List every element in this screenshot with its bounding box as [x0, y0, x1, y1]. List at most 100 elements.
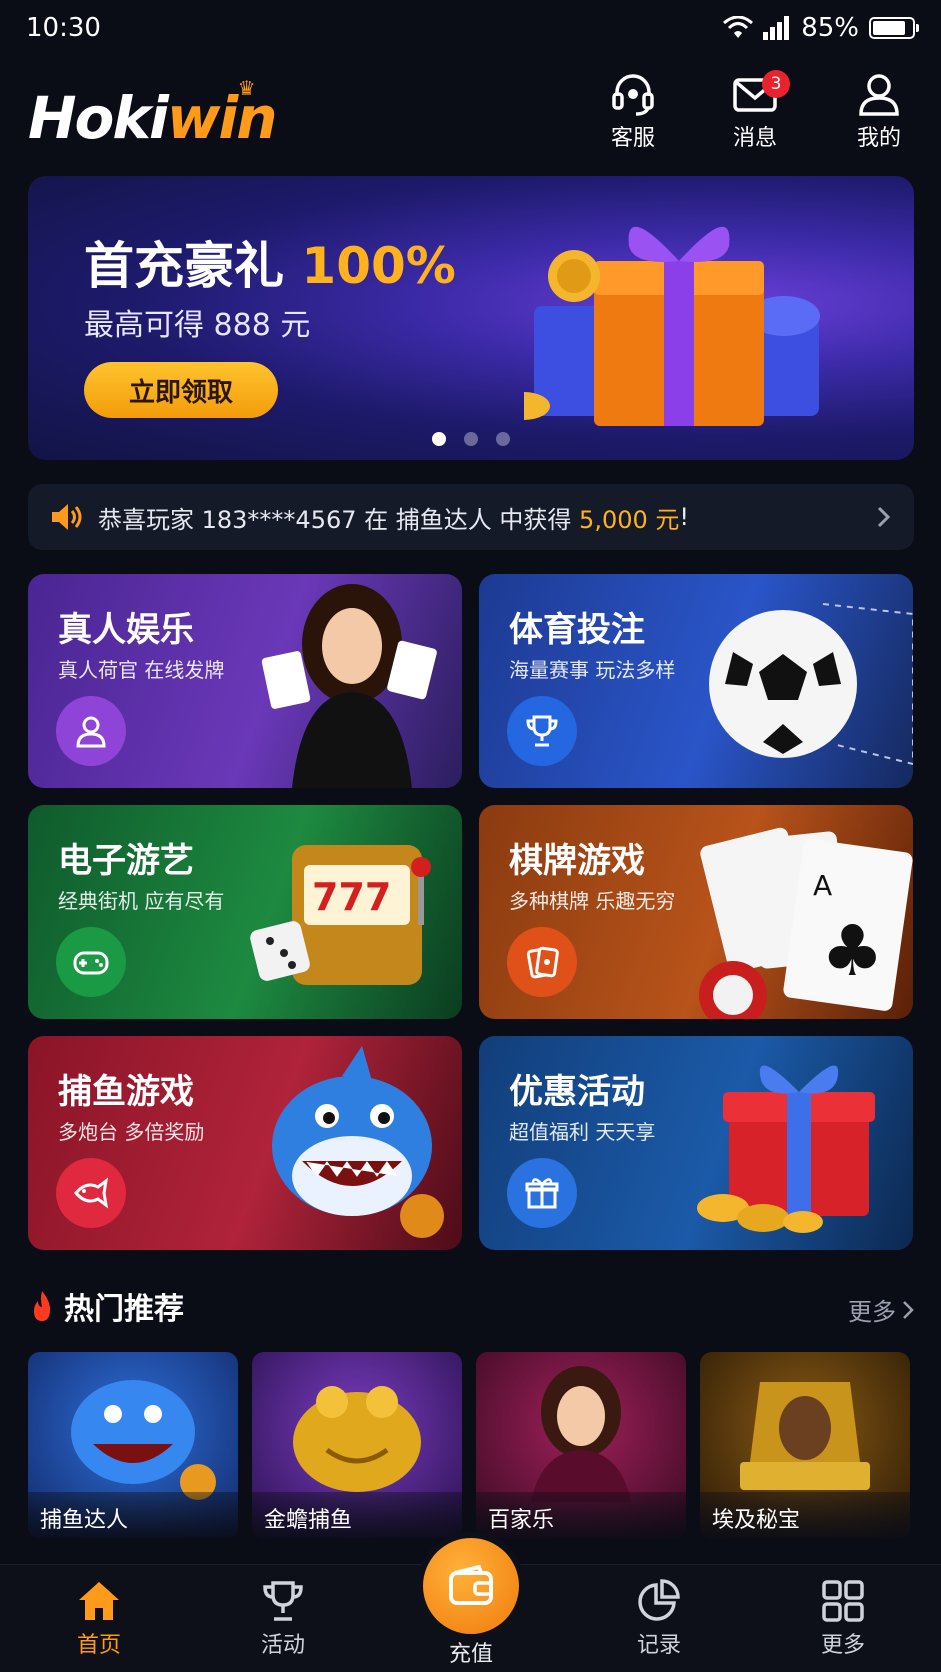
notice-suffix: ! — [679, 503, 690, 531]
category-title: 真人娱乐 — [58, 610, 194, 650]
dealer-illustration — [261, 584, 437, 788]
messages-label: 消息 — [732, 126, 777, 151]
signal-icon — [763, 16, 790, 40]
game-thumb-egypt-treasure[interactable]: 埃及秘宝 — [700, 1352, 910, 1538]
game-thumb-fishing-master[interactable]: 捕鱼达人 — [28, 1352, 238, 1538]
game-title: 金蟾捕鱼 — [252, 1492, 462, 1538]
profile-button[interactable]: 我的 — [834, 72, 924, 152]
category-card-cards[interactable]: A ♣ 棋牌游戏 多种棋牌 乐趣无穷 — [479, 805, 913, 1019]
banner-title: 首充豪礼 100% — [84, 226, 456, 298]
customer-service-label: 客服 — [610, 126, 655, 151]
trophy-icon — [507, 696, 577, 766]
status-indicators: 85% — [723, 13, 919, 43]
banner-title-highlight: 100% — [301, 237, 456, 295]
hot-section-header: 热门推荐 更多 — [28, 1284, 914, 1328]
game-thumb-golden-toad[interactable]: 金蟾捕鱼 — [252, 1352, 462, 1538]
section-title: 热门推荐 — [64, 1292, 184, 1327]
more-link[interactable]: 更多 — [848, 1292, 914, 1327]
category-subtitle: 多种棋牌 乐趣无穷 — [509, 889, 676, 913]
wifi-icon — [723, 16, 754, 38]
app-logo[interactable]: Hokiwin ♛ — [28, 76, 278, 152]
pagination-dot[interactable] — [496, 432, 510, 446]
tab-more[interactable]: 更多 — [788, 1579, 898, 1659]
fire-icon — [34, 1291, 50, 1321]
tab-deposit-label[interactable]: 充值 — [421, 1636, 521, 1668]
status-bar: 10:30 85% — [0, 0, 941, 56]
logo-text-a: Hoki — [28, 84, 169, 152]
pie-chart-icon — [638, 1579, 680, 1621]
svg-text:♣: ♣ — [821, 910, 884, 992]
category-card-slots[interactable]: 777 电子游艺 经典街机 应有尽有 — [28, 805, 462, 1019]
gamepad-icon — [56, 927, 126, 997]
headset-icon — [612, 74, 654, 116]
banner-pagination — [28, 432, 914, 446]
category-subtitle: 超值福利 天天享 — [509, 1120, 656, 1144]
battery-icon — [869, 17, 919, 39]
wallet-icon — [449, 1565, 493, 1605]
category-title: 体育投注 — [509, 610, 645, 650]
category-title: 优惠活动 — [509, 1072, 645, 1112]
fish-icon — [56, 1158, 126, 1228]
gift-coins-illustration — [697, 1065, 875, 1233]
tab-activity[interactable]: 活动 — [228, 1579, 338, 1659]
svg-text:777: 777 — [312, 875, 391, 919]
category-title: 棋牌游戏 — [509, 841, 645, 881]
category-subtitle: 海量赛事 玩法多样 — [509, 658, 676, 682]
game-title: 捕鱼达人 — [28, 1492, 238, 1538]
category-card-promotions[interactable]: 优惠活动 超值福利 天天享 — [479, 1036, 913, 1250]
category-title: 捕鱼游戏 — [58, 1072, 194, 1112]
profile-label: 我的 — [856, 126, 901, 151]
battery-percent: 85% — [801, 13, 859, 43]
playing-cards-illustration: A ♣ — [699, 827, 913, 1019]
category-card-live[interactable]: 真人娱乐 真人荷官 在线发牌 — [28, 574, 462, 788]
messages-button[interactable]: 3 消息 — [710, 70, 800, 152]
speaker-icon — [52, 504, 82, 530]
tab-deposit[interactable] — [423, 1538, 519, 1634]
logo-text-b: win — [166, 84, 278, 152]
chevron-right-icon — [877, 506, 891, 528]
user-icon — [56, 696, 126, 766]
banner-title-text: 首充豪礼 — [84, 237, 284, 295]
slot-machine-illustration: 777 — [250, 845, 431, 985]
pagination-dot[interactable] — [432, 432, 446, 446]
grid-icon — [822, 1580, 864, 1622]
customer-service-button[interactable]: 客服 — [588, 72, 678, 152]
tab-label: 更多 — [820, 1633, 865, 1658]
shark-illustration — [272, 1046, 444, 1238]
soccer-ball-illustration — [709, 603, 913, 766]
notice-amount: 5,000 元 — [579, 505, 680, 534]
app-header: Hokiwin ♛ 客服 3 消息 我的 — [0, 66, 941, 166]
battery-fill — [873, 21, 906, 35]
cards-icon — [507, 927, 577, 997]
chevron-right-icon — [903, 1300, 914, 1319]
winner-notice-bar[interactable]: 恭喜玩家 183****4567 在 捕鱼达人 中获得 5,000 元! — [28, 484, 914, 550]
tab-label: 首页 — [76, 1633, 121, 1658]
category-subtitle: 多炮台 多倍奖励 — [58, 1120, 205, 1144]
claim-button[interactable]: 立即领取 — [84, 362, 278, 418]
tab-label: 活动 — [260, 1633, 305, 1658]
more-label: 更多 — [848, 1298, 896, 1326]
game-thumb-baccarat[interactable]: 百家乐 — [476, 1352, 686, 1538]
promo-banner[interactable]: 首充豪礼 100% 最高可得 888 元 立即领取 — [28, 176, 914, 460]
messages-badge: 3 — [762, 70, 790, 98]
crown-icon: ♛ — [237, 76, 256, 100]
category-subtitle: 真人荷官 在线发牌 — [58, 658, 225, 682]
gift-box-illustration — [524, 226, 820, 426]
tab-home[interactable]: 首页 — [44, 1579, 154, 1659]
trophy-icon — [263, 1581, 303, 1621]
category-card-fishing[interactable]: 捕鱼游戏 多炮台 多倍奖励 — [28, 1036, 462, 1250]
tab-records[interactable]: 记录 — [604, 1579, 714, 1659]
game-title: 埃及秘宝 — [700, 1492, 910, 1538]
status-time: 10:30 — [26, 13, 101, 43]
notice-text: 恭喜玩家 183****4567 在 捕鱼达人 中获得 — [98, 505, 572, 534]
svg-text:A: A — [813, 869, 832, 902]
home-icon — [79, 1582, 119, 1620]
category-title: 电子游艺 — [58, 841, 194, 881]
category-card-sports[interactable]: 体育投注 海量赛事 玩法多样 — [479, 574, 913, 788]
category-subtitle: 经典街机 应有尽有 — [58, 889, 225, 913]
pagination-dot[interactable] — [464, 432, 478, 446]
banner-subtitle: 最高可得 888 元 — [84, 308, 311, 343]
game-title: 百家乐 — [476, 1492, 686, 1538]
user-icon — [859, 74, 899, 116]
gift-icon — [507, 1158, 577, 1228]
